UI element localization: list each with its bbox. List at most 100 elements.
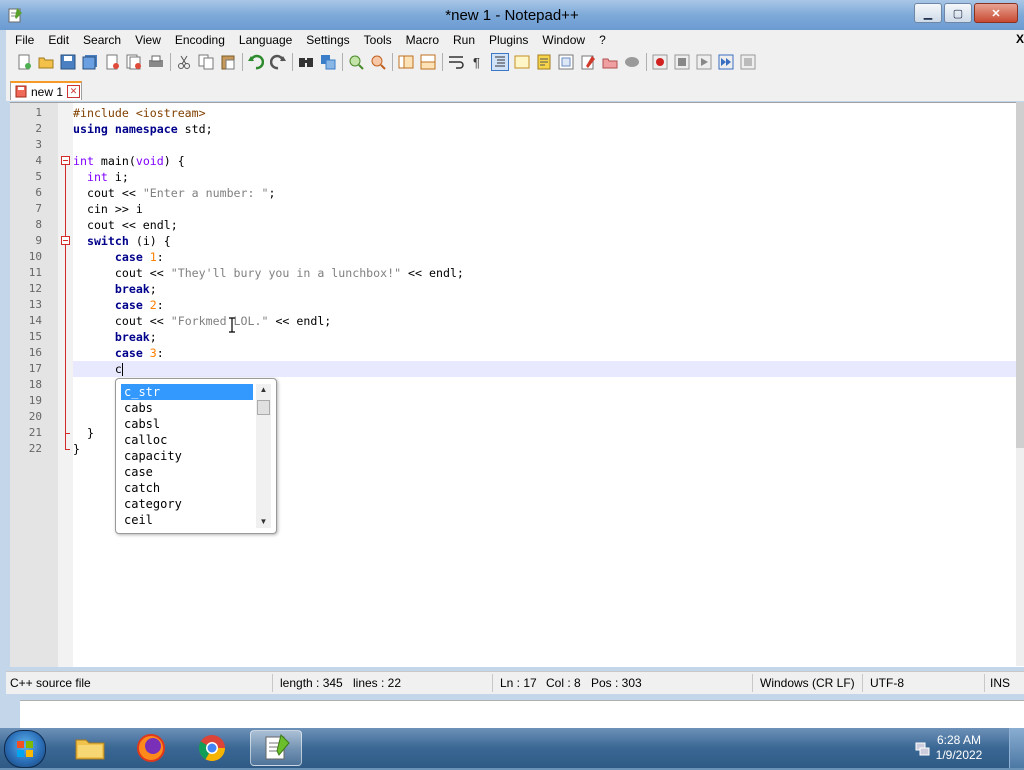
autocomplete-scrollbar[interactable]: ▲ ▼ xyxy=(256,384,271,528)
show-desktop-button[interactable] xyxy=(1009,728,1024,768)
new-file-icon[interactable] xyxy=(15,53,33,71)
autocomplete-item[interactable]: ceil xyxy=(121,512,253,528)
autocomplete-item[interactable]: cabsl xyxy=(121,416,253,432)
line-number: 2 xyxy=(35,122,42,135)
autocomplete-item[interactable]: c_str xyxy=(121,384,253,400)
save-all-icon[interactable] xyxy=(81,53,99,71)
tab-close-icon[interactable]: ✕ xyxy=(67,85,81,98)
record-macro-icon[interactable] xyxy=(651,53,669,71)
menu-edit[interactable]: Edit xyxy=(41,30,76,50)
autocomplete-list[interactable]: c_str cabs cabsl calloc capacity case ca… xyxy=(121,384,253,528)
menu-language[interactable]: Language xyxy=(232,30,299,50)
start-button[interactable] xyxy=(4,730,46,768)
line-number: 8 xyxy=(35,218,42,231)
menu-run[interactable]: Run xyxy=(446,30,482,50)
save-icon[interactable] xyxy=(59,53,77,71)
status-insert-mode[interactable]: INS xyxy=(990,672,1010,694)
open-file-icon[interactable] xyxy=(37,53,55,71)
fold-marker-main[interactable] xyxy=(61,156,70,165)
title-bar[interactable]: *new 1 - Notepad++ ▁ ▢ ✕ xyxy=(0,0,1024,30)
folder-workspace-icon[interactable] xyxy=(579,53,597,71)
print-icon[interactable] xyxy=(147,53,165,71)
stop-record-icon[interactable] xyxy=(673,53,691,71)
toolbar-separator xyxy=(646,53,647,71)
undo-icon[interactable] xyxy=(247,53,265,71)
menu-window[interactable]: Window xyxy=(535,30,592,50)
taskbar-chrome[interactable] xyxy=(186,730,238,766)
autocomplete-item[interactable]: cabs xyxy=(121,400,253,416)
code-line-1: #include <iostream> xyxy=(73,106,206,120)
save-macro-icon[interactable] xyxy=(739,53,757,71)
paste-icon[interactable] xyxy=(219,53,237,71)
autocomplete-scroll-thumb[interactable] xyxy=(257,400,270,415)
code-line-17: c xyxy=(73,362,123,376)
copy-icon[interactable] xyxy=(197,53,215,71)
autocomplete-item[interactable]: catch xyxy=(121,480,253,496)
zoom-in-icon[interactable] xyxy=(347,53,365,71)
find-icon[interactable] xyxy=(297,53,315,71)
autocomplete-popup[interactable]: c_str cabs cabsl calloc capacity case ca… xyxy=(115,378,277,534)
function-list-icon[interactable] xyxy=(557,53,575,71)
status-bar: C++ source file length : 345 lines : 22 … xyxy=(6,671,1024,694)
line-number: 20 xyxy=(28,410,42,423)
udl-icon[interactable] xyxy=(513,53,531,71)
minimize-button[interactable]: ▁ xyxy=(914,3,942,23)
menu-tools[interactable]: Tools xyxy=(357,30,399,50)
close-all-icon[interactable] xyxy=(125,53,143,71)
background-window xyxy=(20,700,1024,729)
playback-icon[interactable] xyxy=(695,53,713,71)
svg-text:¶: ¶ xyxy=(473,55,480,70)
zoom-out-icon[interactable] xyxy=(369,53,387,71)
autocomplete-item[interactable]: case xyxy=(121,464,253,480)
doc-map-icon[interactable] xyxy=(535,53,553,71)
scrollbar-thumb[interactable] xyxy=(1016,102,1024,448)
system-clock[interactable]: 6:28 AM 1/9/2022 xyxy=(924,733,994,763)
monitor-icon[interactable] xyxy=(601,53,619,71)
menu-help[interactable]: ? xyxy=(592,30,613,50)
taskbar-notepadpp[interactable] xyxy=(250,730,302,766)
status-eol[interactable]: Windows (CR LF) xyxy=(760,672,855,694)
text-caret xyxy=(121,363,123,376)
code-line-8: cout << endl; xyxy=(73,218,178,232)
menu-settings[interactable]: Settings xyxy=(299,30,356,50)
taskbar-file-explorer[interactable] xyxy=(64,730,116,766)
fold-marker-switch[interactable] xyxy=(61,236,70,245)
menu-plugins[interactable]: Plugins xyxy=(482,30,535,50)
close-window-button[interactable]: ✕ xyxy=(974,3,1018,23)
editor-vertical-scrollbar[interactable] xyxy=(1016,102,1024,666)
word-wrap-icon[interactable] xyxy=(447,53,465,71)
show-all-chars-icon[interactable]: ¶ xyxy=(469,53,487,71)
sync-vertical-icon[interactable] xyxy=(397,53,415,71)
autocomplete-item[interactable]: calloc xyxy=(121,432,253,448)
menu-encoding[interactable]: Encoding xyxy=(168,30,232,50)
menu-search[interactable]: Search xyxy=(76,30,128,50)
tab-new-1[interactable]: new 1 ✕ xyxy=(10,81,82,100)
toolbar: ¶ xyxy=(6,50,1024,74)
autocomplete-item[interactable]: capacity xyxy=(121,448,253,464)
indent-guide-icon[interactable] xyxy=(491,53,509,71)
taskbar: 6:28 AM 1/9/2022 xyxy=(0,728,1024,768)
code-line-11: cout << "They'll bury you in a lunchbox!… xyxy=(73,266,464,280)
line-number: 7 xyxy=(35,202,42,215)
line-number: 12 xyxy=(28,282,42,295)
autocomplete-item[interactable]: category xyxy=(121,496,253,512)
menu-view[interactable]: View xyxy=(128,30,168,50)
line-number: 16 xyxy=(28,346,42,359)
scroll-up-arrow-icon[interactable]: ▲ xyxy=(256,384,271,396)
sync-horizontal-icon[interactable] xyxy=(419,53,437,71)
close-document-x[interactable]: X xyxy=(1016,32,1024,46)
cut-icon[interactable] xyxy=(175,53,193,71)
status-encoding[interactable]: UTF-8 xyxy=(870,672,904,694)
menu-bar: File Edit Search View Encoding Language … xyxy=(6,30,1024,50)
replace-icon[interactable] xyxy=(319,53,337,71)
maximize-button[interactable]: ▢ xyxy=(944,3,972,23)
redo-icon[interactable] xyxy=(269,53,287,71)
scroll-down-arrow-icon[interactable]: ▼ xyxy=(256,516,271,528)
run-macro-multiple-icon[interactable] xyxy=(717,53,735,71)
close-icon[interactable] xyxy=(103,53,121,71)
document-list-icon[interactable] xyxy=(623,53,641,71)
code-line-2: using namespace std; xyxy=(73,122,213,136)
menu-macro[interactable]: Macro xyxy=(399,30,446,50)
menu-file[interactable]: File xyxy=(6,30,41,50)
taskbar-firefox[interactable] xyxy=(125,730,177,766)
